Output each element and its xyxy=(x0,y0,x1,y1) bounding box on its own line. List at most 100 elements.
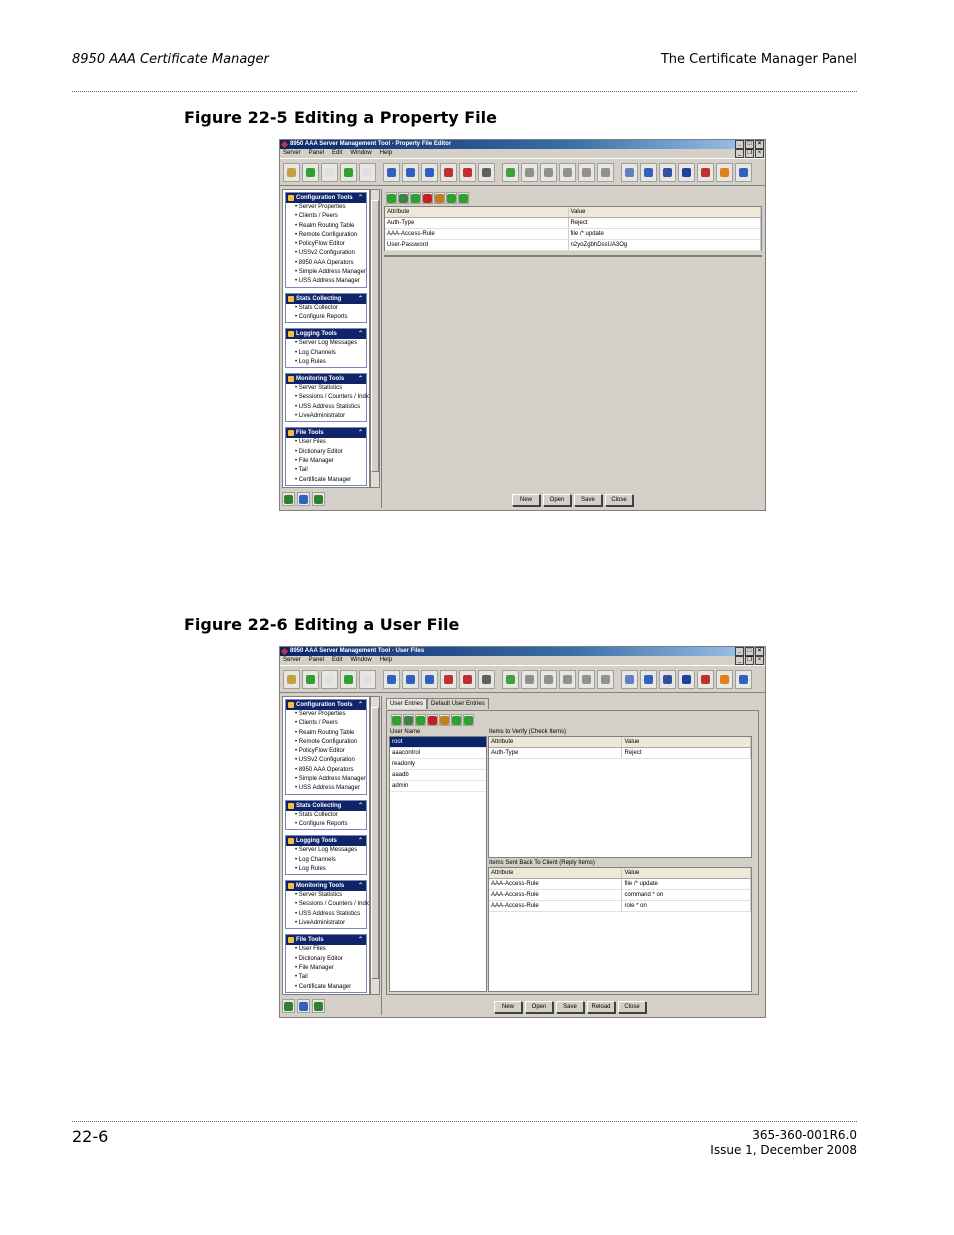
menu-server[interactable]: Server xyxy=(283,149,301,158)
mdi-close-icon[interactable]: × xyxy=(755,656,764,665)
toolbar-button-icon[interactable] xyxy=(659,162,676,182)
toolbar-button-icon[interactable] xyxy=(678,669,695,689)
sidebar-section-header[interactable]: Logging Tools ⌃ xyxy=(286,836,366,847)
sidebar-section-header[interactable]: Configuration Tools ⌃ xyxy=(286,193,366,203)
sidebar-item[interactable]: Sessions / Counters / Indices xyxy=(286,393,369,402)
toolbar-button-icon[interactable] xyxy=(302,162,319,182)
menu-panel[interactable]: Panel xyxy=(309,149,324,158)
toolbar-button-icon[interactable] xyxy=(621,669,638,689)
sidebar-tool-icon[interactable] xyxy=(297,492,310,506)
sidebar-item[interactable]: Server Log Messages xyxy=(286,339,366,348)
toolbar-button-icon[interactable] xyxy=(697,669,714,689)
toolbar-button-icon[interactable] xyxy=(283,669,300,689)
maximize-icon[interactable]: □ xyxy=(745,647,754,656)
toolbar-button-icon[interactable] xyxy=(421,162,438,182)
sidebar-item[interactable]: Server Log Messages xyxy=(286,846,366,855)
sidebar-item[interactable]: Log Channels xyxy=(286,349,366,358)
scrollbar-thumb[interactable] xyxy=(371,200,379,472)
list-item[interactable]: aaacontrol xyxy=(390,748,486,759)
collapse-chevron-icon[interactable]: ⌃ xyxy=(358,836,363,846)
sidebar-section-header[interactable]: Configuration Tools ⌃ xyxy=(286,700,366,710)
sidebar-item[interactable]: Certificate Manager xyxy=(286,983,366,992)
table-row[interactable]: Auth-Type Reject xyxy=(489,748,751,759)
delete-entry-icon[interactable] xyxy=(427,714,438,726)
sidebar-item[interactable]: Clients / Peers xyxy=(286,719,366,728)
toolbar-button-icon[interactable] xyxy=(640,162,657,182)
copy-entry-icon[interactable] xyxy=(415,714,426,726)
toolbar-button-icon[interactable] xyxy=(340,162,357,182)
move-down-icon[interactable] xyxy=(463,714,474,726)
toolbar-button-icon[interactable] xyxy=(735,162,752,182)
sidebar-item[interactable]: File Manager xyxy=(286,964,366,973)
toolbar-button-icon[interactable] xyxy=(440,162,457,182)
toolbar-button-icon[interactable] xyxy=(440,669,457,689)
attribute-cell[interactable]: AAA-Access-Rule xyxy=(385,229,569,239)
mdi-restore-icon[interactable]: ❐ xyxy=(745,149,754,158)
scrollbar-thumb[interactable] xyxy=(371,707,379,979)
toolbar-button-icon[interactable] xyxy=(383,162,400,182)
toolbar-button-icon[interactable] xyxy=(340,669,357,689)
sidebar-item[interactable]: 8950 AAA Operators xyxy=(286,259,366,268)
sidebar-section-header[interactable]: File Tools ⌃ xyxy=(286,935,366,946)
column-header-attribute[interactable]: Attribute xyxy=(489,868,623,878)
attribute-cell[interactable]: Auth-Type xyxy=(385,218,569,228)
toolbar-button-icon[interactable] xyxy=(502,162,519,182)
sidebar-section-header[interactable]: Monitoring Tools ⌃ xyxy=(286,881,366,892)
toolbar-button-icon[interactable] xyxy=(735,669,752,689)
collapse-chevron-icon[interactable]: ⌃ xyxy=(358,935,363,945)
table-row[interactable]: AAA-Access-Rule file /* update xyxy=(385,229,761,240)
column-header-attribute[interactable]: Attribute xyxy=(489,737,623,747)
toolbar-button-icon[interactable] xyxy=(559,162,576,182)
move-up-icon[interactable] xyxy=(446,192,457,204)
sidebar-item[interactable]: Stats Collector xyxy=(286,811,366,820)
sidebar-section-header[interactable]: Monitoring Tools ⌃ xyxy=(286,374,366,385)
sidebar-item[interactable]: User Files xyxy=(286,438,366,447)
toolbar-button-icon[interactable] xyxy=(359,162,376,182)
collapse-chevron-icon[interactable]: ⌃ xyxy=(358,700,363,710)
tab-default-user-entries[interactable]: Default User Entries xyxy=(427,698,489,709)
close-icon[interactable]: × xyxy=(755,647,764,656)
table-row[interactable]: AAA-Access-Rule command * on xyxy=(489,890,751,901)
sidebar-item[interactable]: Server Properties xyxy=(286,710,366,719)
sidebar-item[interactable]: Configure Reports xyxy=(286,820,366,829)
menu-window[interactable]: Window xyxy=(350,656,371,665)
value-cell[interactable]: Reject xyxy=(622,748,751,758)
toolbar-button-icon[interactable] xyxy=(716,669,733,689)
minimize-icon[interactable]: _ xyxy=(735,647,744,656)
close-button[interactable]: Close xyxy=(605,494,633,506)
toolbar-button-icon[interactable] xyxy=(321,669,338,689)
column-header-value[interactable]: Value xyxy=(569,207,761,217)
toolbar-button-icon[interactable] xyxy=(359,669,376,689)
sidebar-item[interactable]: Realm Routing Table xyxy=(286,222,366,231)
sidebar-item[interactable]: Server Statistics xyxy=(286,891,366,900)
sidebar-item[interactable]: Simple Address Manager xyxy=(286,268,366,277)
toolbar-button-icon[interactable] xyxy=(402,162,419,182)
attribute-cell[interactable]: AAA-Access-Rule xyxy=(489,890,623,900)
column-header-attribute[interactable]: Attribute xyxy=(385,207,569,217)
sidebar-item[interactable]: Stats Collector xyxy=(286,304,366,313)
toolbar-button-icon[interactable] xyxy=(283,162,300,182)
sidebar-item[interactable]: Configure Reports xyxy=(286,313,366,322)
collapse-chevron-icon[interactable]: ⌃ xyxy=(358,294,363,304)
sidebar-item[interactable]: Log Channels xyxy=(286,856,366,865)
copy-entry-icon[interactable] xyxy=(410,192,421,204)
sidebar-item[interactable]: Tail xyxy=(286,466,366,475)
edit-entry-icon[interactable] xyxy=(403,714,414,726)
window-titlebar[interactable]: 8950 AAA Server Management Tool - Proper… xyxy=(280,140,765,149)
sidebar-item[interactable]: Realm Routing Table xyxy=(286,729,366,738)
attribute-cell[interactable]: AAA-Access-Rule xyxy=(489,879,623,889)
column-header-value[interactable]: Value xyxy=(622,868,751,878)
sidebar-item[interactable]: Tail xyxy=(286,973,366,982)
list-item[interactable]: aaadb xyxy=(390,770,486,781)
toolbar-button-icon[interactable] xyxy=(697,162,714,182)
toolbar-button-icon[interactable] xyxy=(540,669,557,689)
sidebar-tool-icon[interactable] xyxy=(312,492,325,506)
new-button[interactable]: New xyxy=(512,494,540,506)
save-button[interactable]: Save xyxy=(556,1001,584,1013)
move-up-icon[interactable] xyxy=(451,714,462,726)
menu-window[interactable]: Window xyxy=(350,149,371,158)
edit-entry-icon[interactable] xyxy=(398,192,409,204)
menu-help[interactable]: Help xyxy=(380,149,392,158)
reload-button[interactable]: Reload xyxy=(587,1001,615,1013)
sidebar-scrollbar[interactable] xyxy=(370,189,380,488)
